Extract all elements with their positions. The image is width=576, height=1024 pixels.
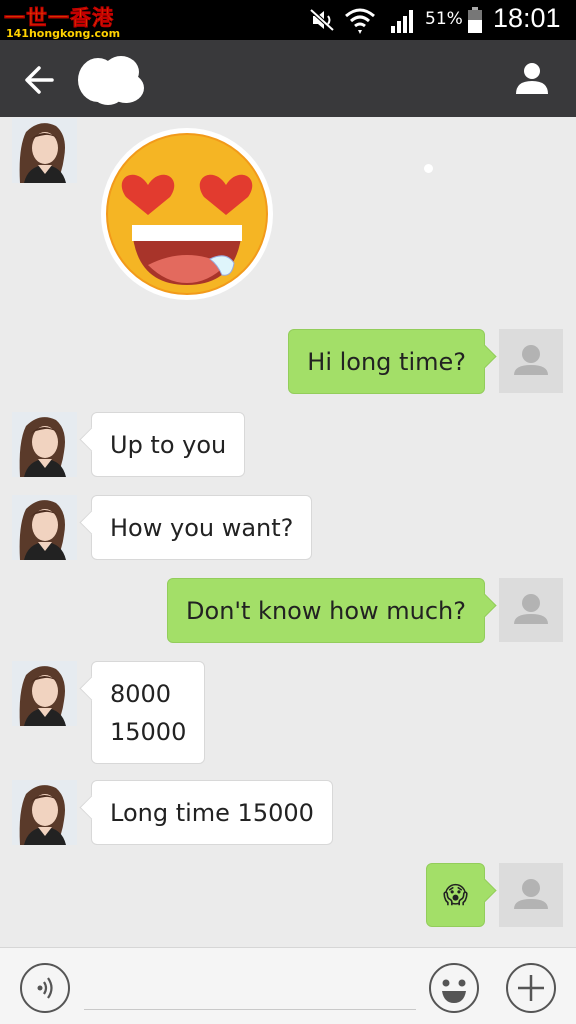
clock: 18:01 [493,3,561,33]
message-text-line-1: 8000 [110,680,172,708]
logo-subtext: 141hongkong.com [6,27,121,40]
contact-photo [12,780,77,845]
contact-photo [12,661,77,726]
arrow-left-icon[interactable] [20,60,60,100]
incoming-message[interactable]: 8000 15000 [91,661,206,764]
contact-avatar[interactable] [12,780,77,845]
message-text: How you want? [110,514,294,542]
contact-avatar[interactable] [12,495,77,560]
contact-photo [12,118,77,183]
message-text: Don't know how much? [186,597,466,625]
contact-name-redacted [78,56,144,105]
incoming-message[interactable]: Up to you [91,412,246,477]
outgoing-message[interactable]: Don't know how much? [167,578,485,643]
battery-percent: 51% [425,9,463,29]
status-bar: 一世一香港 141hongkong.com 51% 18:01 [0,0,576,40]
outgoing-message[interactable]: Hi long time? [288,329,485,394]
my-avatar[interactable] [499,329,563,393]
message-text: Up to you [110,431,227,459]
battery-icon [468,7,482,33]
signal-icon [391,10,413,33]
message-input[interactable] [84,962,416,1010]
contact-avatar[interactable] [12,661,77,726]
plus-icon[interactable] [505,962,557,1014]
input-bar [0,947,576,1024]
person-icon[interactable] [512,58,552,98]
smiley-icon[interactable] [428,962,480,1014]
my-avatar[interactable] [499,578,563,642]
chat-header [0,40,576,117]
incoming-message[interactable]: How you want? [91,495,313,560]
message-text-line-2: 15000 [110,718,187,746]
contact-avatar[interactable] [12,412,77,477]
message-text: Long time 15000 [110,799,314,827]
screaming-face-emoji: 😱 [442,881,468,909]
indicator-dot [424,164,433,173]
mute-icon [309,8,335,32]
contact-avatar[interactable] [12,118,77,183]
contact-photo [12,495,77,560]
default-person-icon [514,879,548,909]
message-list[interactable]: Hi long time? Up to you How you want? Do… [0,117,576,947]
contact-photo [12,412,77,477]
message-text: Hi long time? [307,348,466,376]
wifi-icon [345,8,375,34]
heart-eyes-sticker[interactable] [98,125,276,303]
incoming-message[interactable]: Long time 15000 [91,780,333,845]
default-person-icon [514,594,548,624]
voice-icon[interactable] [19,962,71,1014]
my-avatar[interactable] [499,863,563,927]
watermark-logo: 一世一香港 141hongkong.com [4,2,126,40]
outgoing-message[interactable]: 😱 [425,863,485,927]
default-person-icon [514,345,548,375]
